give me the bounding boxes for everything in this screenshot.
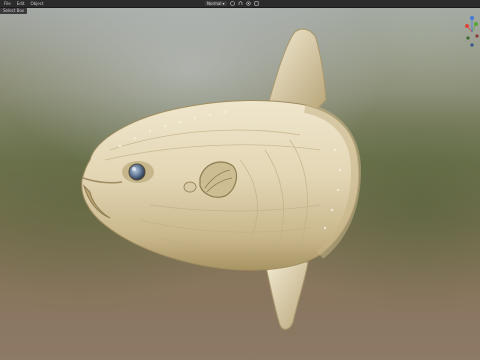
anal-fin: [264, 261, 309, 330]
mode-dropdown[interactable]: Normal ▾: [205, 1, 227, 6]
chevron-down-icon: ▾: [222, 1, 225, 6]
snap-icon[interactable]: [238, 1, 243, 6]
top-header-bar: File Edit Object Normal ▾: [0, 0, 480, 8]
menu-edit[interactable]: Edit: [14, 0, 28, 7]
sunfish-model[interactable]: [0, 0, 480, 360]
menu-object[interactable]: Object: [27, 0, 46, 7]
viewport-header-tools: Normal ▾: [205, 0, 259, 7]
proportional-edit-icon[interactable]: [245, 1, 251, 6]
eye: [128, 163, 146, 181]
mode-label: Normal: [207, 1, 222, 6]
pectoral-nub: [183, 181, 197, 193]
navigation-gizmo[interactable]: [464, 12, 480, 52]
view-axis-x-icon: [465, 24, 469, 28]
menu-file[interactable]: File: [0, 0, 14, 7]
view-axis-z-icon: [470, 16, 474, 20]
view-axis-y-icon: [474, 22, 478, 26]
dorsal-fin: [267, 28, 327, 109]
global-transform-icon[interactable]: [229, 1, 235, 6]
overlay-icon[interactable]: [253, 1, 259, 6]
active-tool-label[interactable]: Select Box: [0, 8, 28, 14]
3d-viewport[interactable]: File Edit Object Normal ▾ Select Box: [0, 0, 480, 360]
